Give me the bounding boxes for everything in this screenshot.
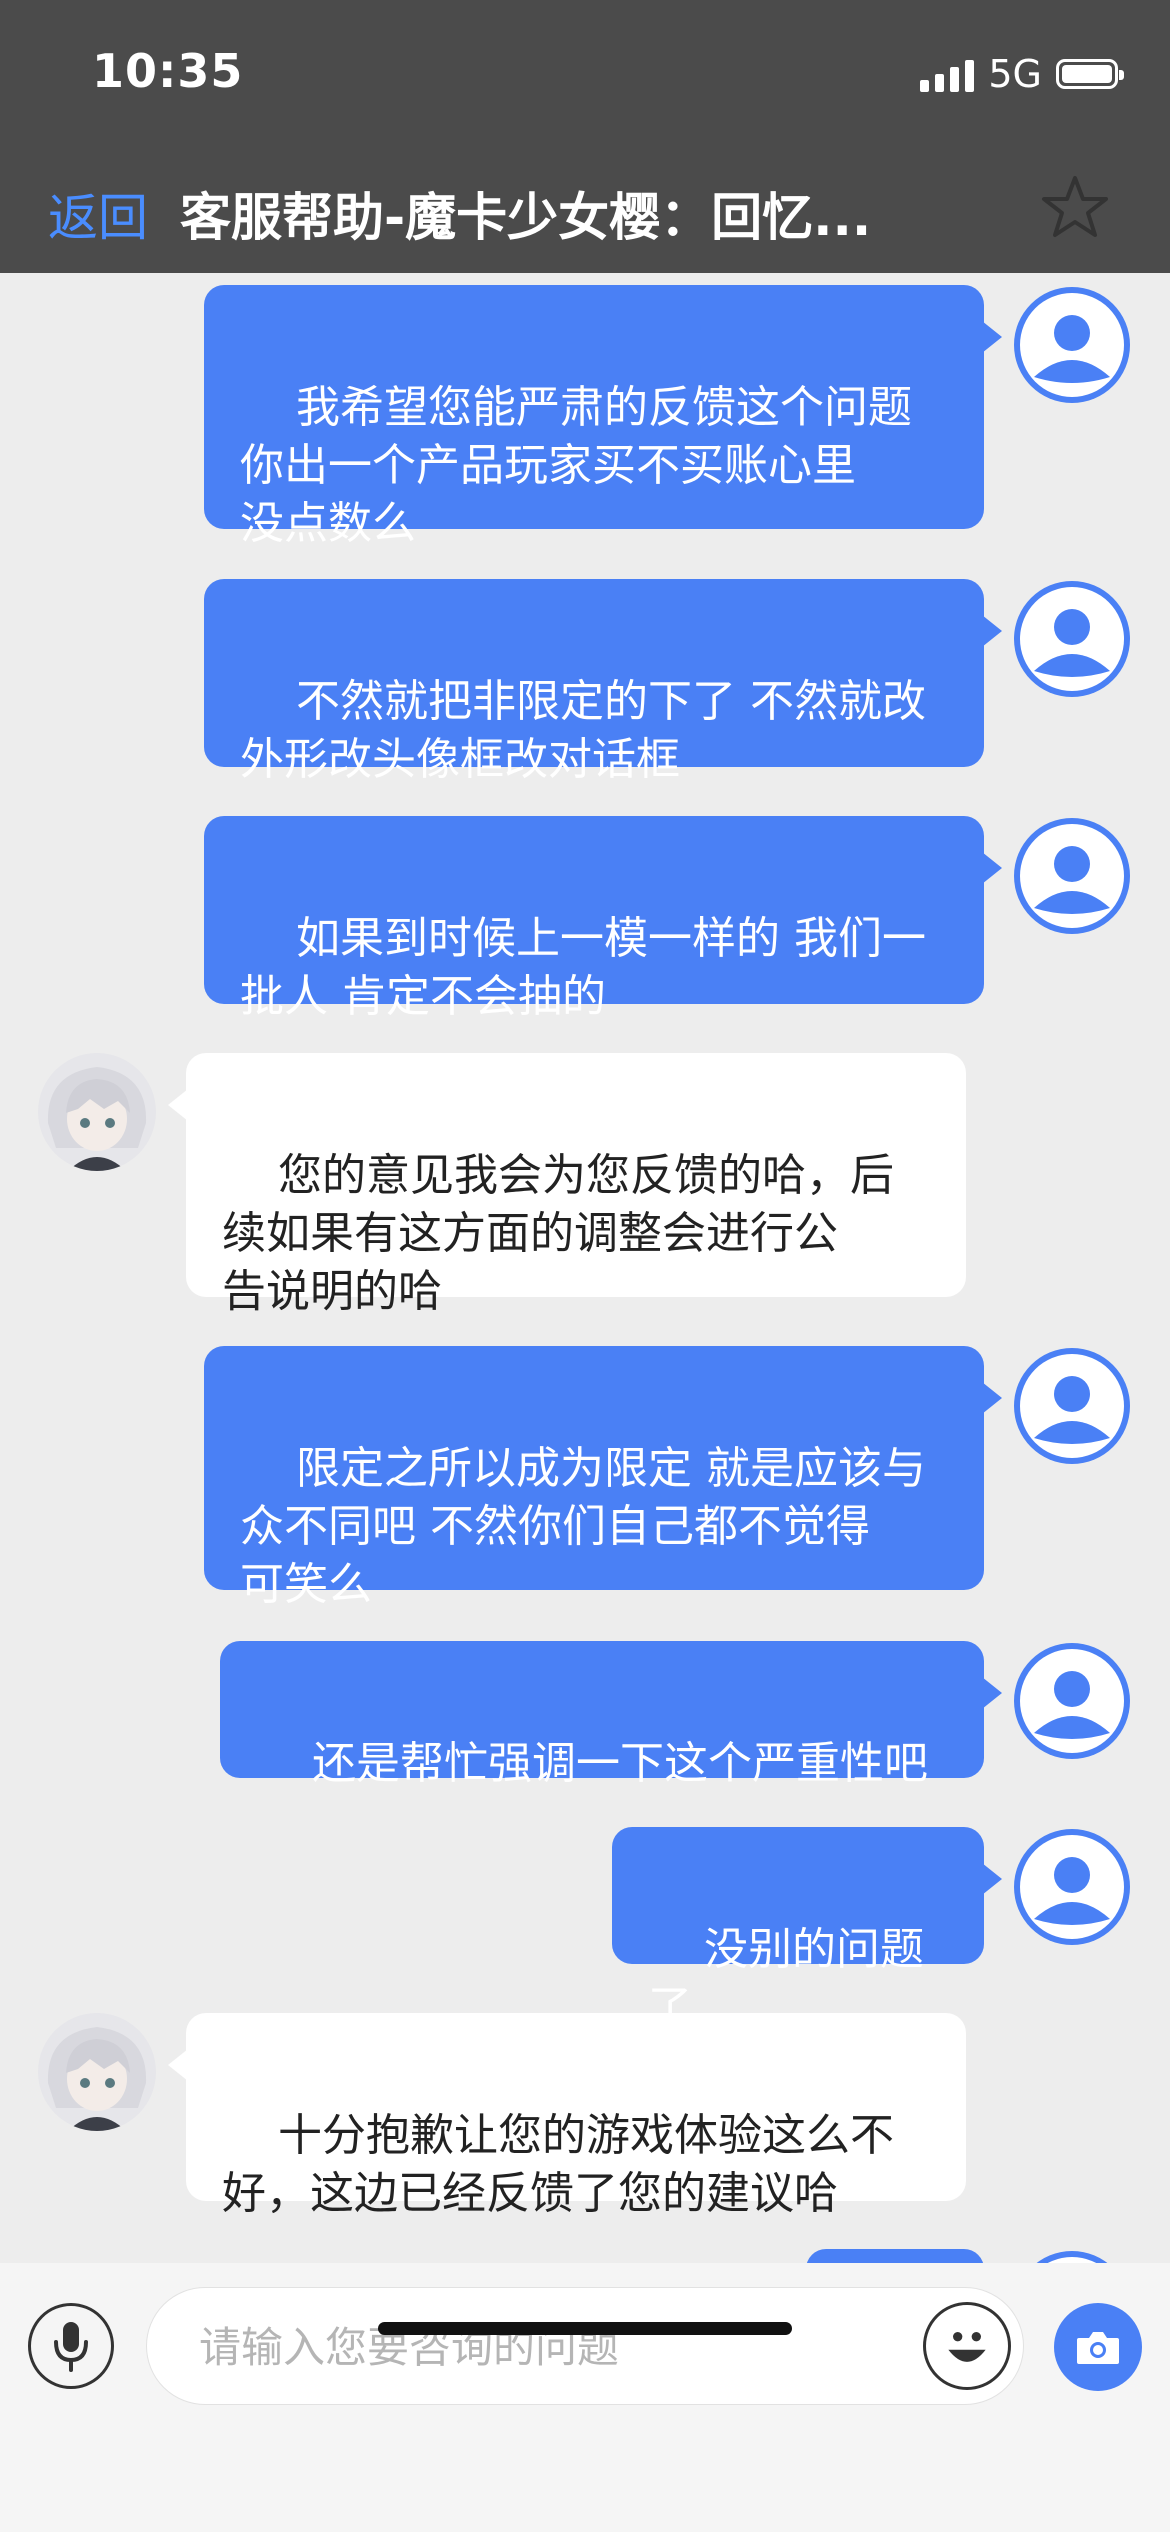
- mic-icon: [54, 2322, 88, 2372]
- user-avatar-icon[interactable]: [1012, 285, 1132, 405]
- message-text: 我希望您能严肃的反馈这个问题 你出一个产品玩家买不买账心里 没点数么: [240, 382, 912, 549]
- home-indicator[interactable]: [378, 2322, 792, 2335]
- user-message-bubble: 没别的问题了: [612, 1827, 1002, 2033]
- network-label: 5G: [988, 52, 1042, 96]
- message-text: 还是帮忙强调一下这个严重性吧: [311, 1738, 928, 1789]
- user-avatar-icon[interactable]: [1012, 1346, 1132, 1466]
- message-text: 如果到时候上一模一样的 我们一 批人 肯定不会抽的: [240, 913, 926, 1022]
- voice-button[interactable]: [28, 2303, 114, 2389]
- message-input-container[interactable]: [146, 2287, 1024, 2405]
- user-message-bubble: 限定之所以成为限定 就是应该与 众不同吧 不然你们自己都不觉得 可笑么: [204, 1346, 1002, 1610]
- status-indicators: 5G: [920, 52, 1124, 96]
- agent-message-bubble: 十分抱歉让您的游戏体验这么不 好，这边已经反馈了您的建议哈: [168, 2013, 966, 2219]
- camera-button[interactable]: [1054, 2303, 1142, 2391]
- input-bar: [0, 2263, 1170, 2532]
- camera-icon: [1077, 2332, 1119, 2364]
- page-title: 客服帮助-魔卡少女樱：回忆...: [180, 189, 872, 248]
- message-text: 限定之所以成为限定 就是应该与 众不同吧 不然你们自己都不觉得 可笑么: [240, 1443, 926, 1610]
- emoji-icon[interactable]: [923, 2302, 1011, 2390]
- message-text: 不然就把非限定的下了 不然就改 外形改头像框改对话框: [240, 676, 926, 785]
- user-message-bubble: 还是帮忙强调一下这个严重性吧: [220, 1641, 1002, 1789]
- star-icon[interactable]: [1040, 172, 1110, 242]
- user-avatar-icon[interactable]: [1012, 1641, 1132, 1761]
- user-message-bubble-partial: [806, 2249, 984, 2263]
- user-avatar-icon[interactable]: [1012, 579, 1132, 699]
- user-avatar-icon[interactable]: [1012, 1827, 1132, 1947]
- user-avatar-icon[interactable]: [1012, 2249, 1132, 2263]
- header: 10:35 5G 返回 客服帮助-魔卡少女樱：回忆...: [0, 0, 1170, 273]
- status-time: 10:35: [92, 44, 244, 98]
- message-text: 十分抱歉让您的游戏体验这么不 好，这边已经反馈了您的建议哈: [222, 2110, 894, 2219]
- message-text: 您的意见我会为您反馈的哈，后 续如果有这方面的调整会进行公 告说明的哈: [222, 1150, 894, 1317]
- back-button[interactable]: 返回: [48, 178, 148, 250]
- user-avatar-icon[interactable]: [1012, 816, 1132, 936]
- battery-icon: [1056, 59, 1124, 89]
- user-message-bubble: 不然就把非限定的下了 不然就改 外形改头像框改对话框: [204, 579, 1002, 785]
- chat-list[interactable]: 我希望您能严肃的反馈这个问题 你出一个产品玩家买不买账心里 没点数么 不然就把非…: [0, 273, 1170, 2263]
- user-message-bubble: 我希望您能严肃的反馈这个问题 你出一个产品玩家买不买账心里 没点数么: [204, 285, 1002, 549]
- agent-avatar[interactable]: [38, 1053, 156, 1171]
- signal-icon: [920, 56, 975, 92]
- agent-avatar[interactable]: [38, 2013, 156, 2131]
- user-message-bubble: 如果到时候上一模一样的 我们一 批人 肯定不会抽的: [204, 816, 1002, 1022]
- agent-message-bubble: 您的意见我会为您反馈的哈，后 续如果有这方面的调整会进行公 告说明的哈: [168, 1053, 966, 1317]
